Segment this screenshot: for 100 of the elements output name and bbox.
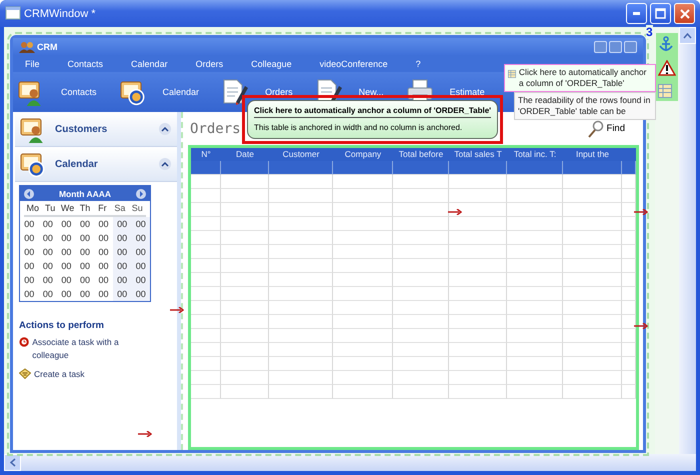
maximize-button[interactable] [650,3,671,24]
calendar-day[interactable]: 00 [20,287,39,301]
calendar-day[interactable]: 00 [38,231,58,245]
calendar-day[interactable]: 00 [112,217,132,231]
restore-button[interactable] [609,41,622,53]
calendar-day[interactable]: 00 [112,259,132,273]
calendar-day[interactable]: 00 [94,231,113,245]
hint-tooltip[interactable]: Click here to automatically anchor a column of 'ORDER_Table' [504,64,656,92]
anchor-tool-button[interactable] [658,60,676,76]
horizontal-scrollbar[interactable] [4,454,696,471]
hint-tooltip[interactable]: The readability of the rows found in 'ORDER_Table' table can be [514,92,656,120]
column-header[interactable]: Customer [269,148,333,161]
calendar-day[interactable]: 00 [38,287,58,301]
toolbar-button[interactable]: Calendar [162,87,200,97]
calendar-day[interactable]: 00 [57,273,76,287]
weekday-label: Sa [113,202,126,215]
menu-item[interactable]: videoConference [320,59,388,69]
table-icon [658,84,672,98]
menu-item[interactable]: Contacts [68,59,104,69]
calendar-day[interactable]: 00 [112,231,132,245]
vertical-scrollbar[interactable] [679,27,696,454]
column-header[interactable]: N° [191,148,221,161]
orders-table[interactable]: N° Date Customer Company Total before Total sales T Total inc. T: Input the [188,145,639,450]
calendar-day[interactable]: 00 [112,287,132,301]
menu-item[interactable]: File [25,59,40,69]
calendar-day[interactable]: 00 [76,259,94,273]
calendar-day[interactable]: 00 [94,259,113,273]
calendar-day[interactable]: 00 [76,231,94,245]
menu-item[interactable]: Calendar [131,59,168,69]
menu-item[interactable]: Colleague [251,59,292,69]
minimize-icon [633,12,640,15]
close-icon [680,8,690,18]
calendar-day[interactable]: 00 [94,273,113,287]
toolbar-button[interactable]: Estimate [450,87,485,97]
toolbar-button[interactable]: Orders [265,87,293,97]
column-header[interactable]: Total sales T [449,148,507,161]
calendar-day[interactable]: 00 [131,217,150,231]
calendar-day[interactable]: 00 [112,273,132,287]
calendar-day[interactable]: 00 [112,245,132,259]
calendar-day[interactable]: 00 [57,231,76,245]
previous-month-icon[interactable] [24,188,34,198]
find-button[interactable]: Find [586,120,625,138]
calendar-widget[interactable]: Month AAAA Mo Tu We Th Fr Sa Su 00 00 00 00 00 00 00 00 00 00 00 00 00 00 00 00 00 00 00 00 00 00 00 00 00 00 00 00 00 00 00 00 00 00 00 00 00 00 00 00 00 00 [19,185,151,302]
warning-icon [658,60,676,76]
calendar-day[interactable]: 00 [76,273,94,287]
calendar-day[interactable]: 00 [20,217,39,231]
next-month-icon[interactable] [136,188,146,198]
weekday-label: Tu [44,202,56,215]
anchor-count: 3 [646,25,653,39]
arrow-icon [170,307,184,313]
calendar-day[interactable]: 00 [76,245,94,259]
anchor-tooltip[interactable]: Click here to automatically anchor a column of 'ORDER_Table' This table is anchored in width and no column is anchored. [247,100,498,139]
arrow-icon [138,431,152,437]
calendar-day[interactable]: 00 [20,245,39,259]
search-icon [586,120,605,138]
menu-item[interactable]: Orders [196,59,224,69]
calendar-day[interactable]: 00 [94,217,113,231]
calendar-day[interactable]: 00 [76,287,94,301]
chevron-up-icon[interactable] [161,126,169,132]
arrow-icon [634,209,648,215]
weekday-label: Th [78,202,92,215]
calendar-day[interactable]: 00 [38,259,58,273]
calendar-day[interactable]: 00 [131,231,150,245]
calendar-day[interactable]: 00 [131,273,150,287]
anchor-icon [658,36,674,52]
calendar-day[interactable]: 00 [20,231,39,245]
column-header[interactable]: Input the [563,148,622,161]
chevron-up-icon[interactable] [161,161,169,167]
column-header[interactable]: Date [221,148,269,161]
weekday-label: Mo [25,202,40,215]
calendar-day[interactable]: 00 [131,245,150,259]
action-link[interactable]: Associate a task with a colleague [32,336,139,362]
column-header[interactable]: Company [333,148,393,161]
calendar-day[interactable]: 00 [20,273,39,287]
toolbar-button[interactable]: New... [358,87,384,97]
calendar-day[interactable]: 00 [38,245,58,259]
toolbar-button[interactable]: Contacts [61,87,97,97]
close-button[interactable] [624,41,637,53]
document-pen-icon [221,78,250,106]
calendar-day[interactable]: 00 [131,287,150,301]
calendar-day[interactable]: 00 [94,287,113,301]
weekday-label: Fr [97,202,108,215]
calendar-day[interactable]: 00 [57,217,76,231]
calendar-day[interactable]: 00 [57,287,76,301]
calendar-month: Month AAAA [58,188,112,198]
column-header[interactable]: Total inc. T: [507,148,563,161]
calendar-day[interactable]: 00 [57,245,76,259]
table-row[interactable] [191,161,636,175]
calendar-day[interactable]: 00 [20,259,39,273]
calendar-day[interactable]: 00 [76,217,94,231]
calendar-day[interactable]: 00 [131,259,150,273]
clock-badge-icon [19,336,30,348]
app-logo-text: CRM [37,42,58,52]
action-link[interactable]: Create a task [34,368,85,381]
calendar-day[interactable]: 00 [57,259,76,273]
menu-item[interactable]: ? [416,59,421,69]
column-header[interactable]: Total before [393,148,449,161]
calendar-day[interactable]: 00 [94,245,113,259]
calendar-day[interactable]: 00 [38,217,58,231]
calendar-day[interactable]: 00 [38,273,58,287]
